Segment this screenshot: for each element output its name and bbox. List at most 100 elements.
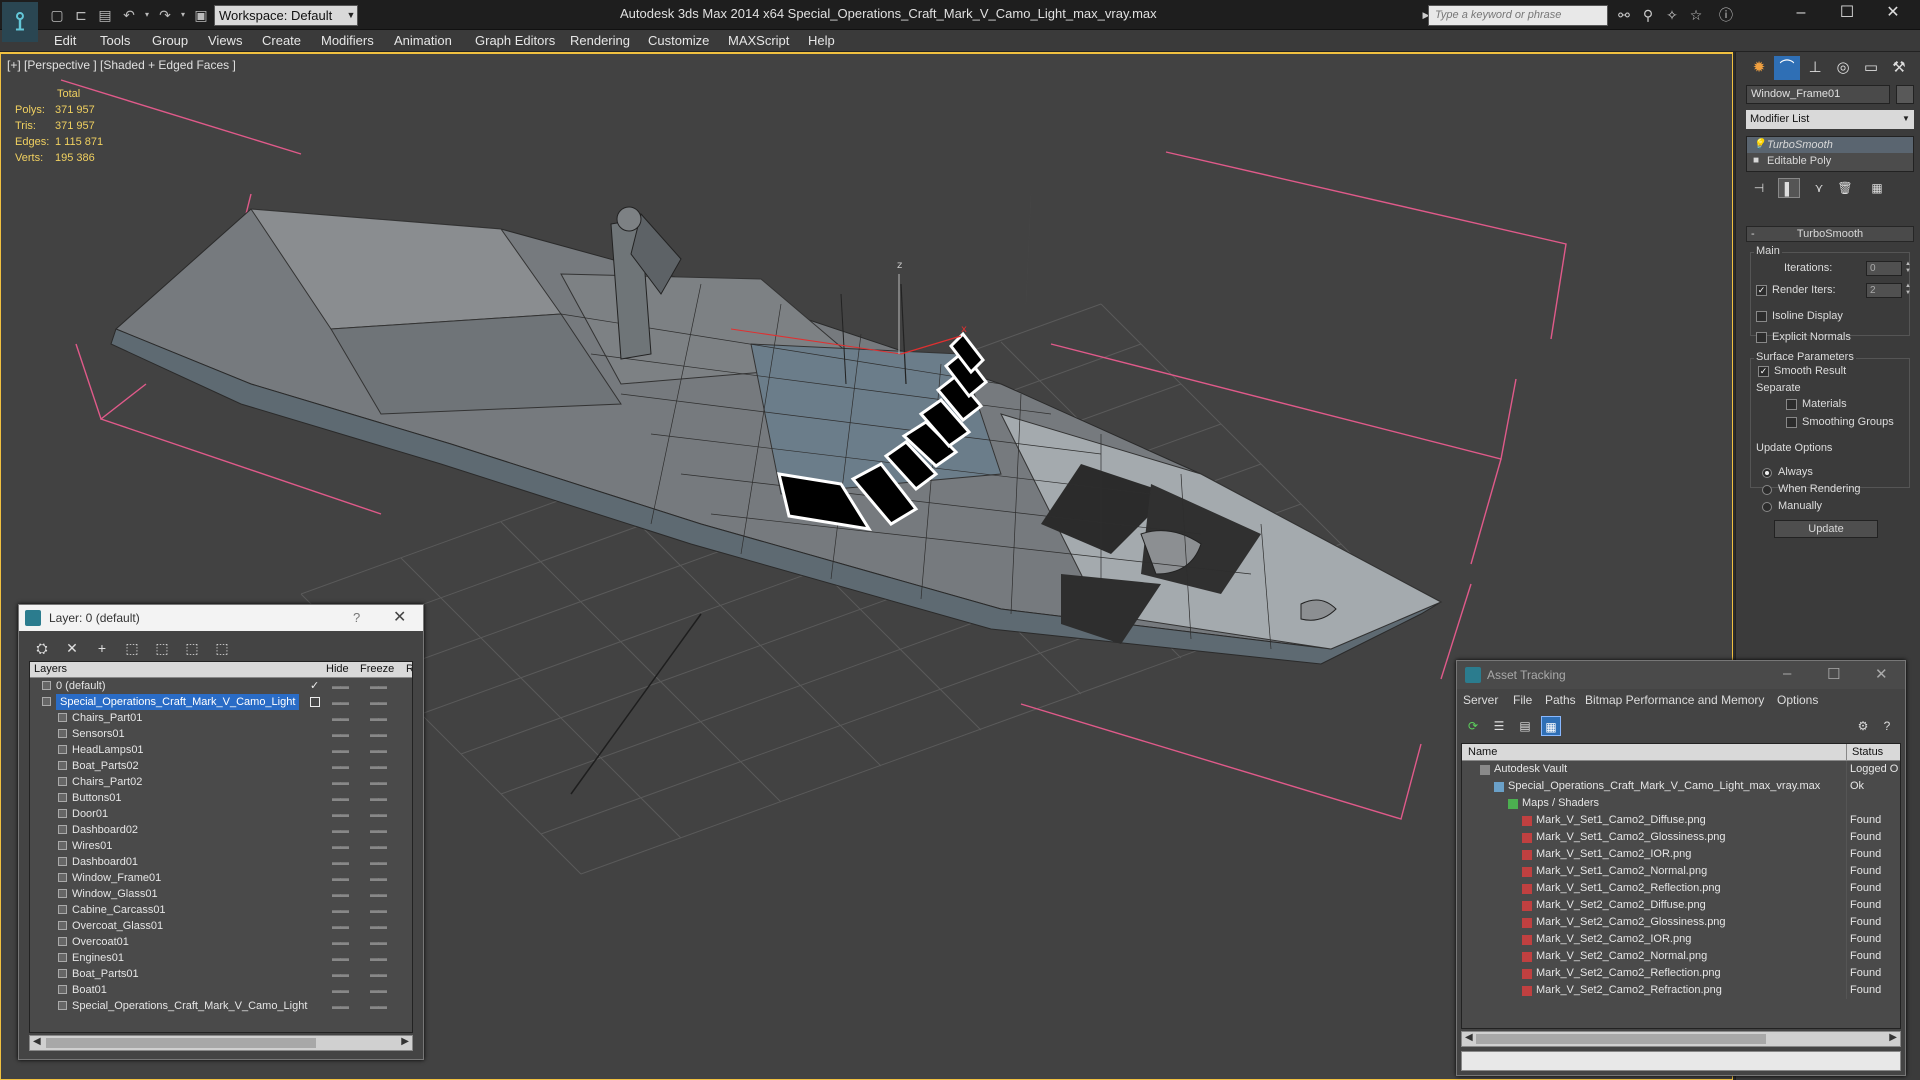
layer-name[interactable]: Wires01 (72, 838, 112, 854)
hide-toggle-icon[interactable]: ▬▬ (332, 806, 349, 822)
freeze-toggle-icon[interactable]: ▬▬ (370, 998, 387, 1014)
create-tab-icon[interactable]: ✹ (1746, 56, 1772, 80)
layer-name[interactable]: HeadLamps01 (72, 742, 144, 758)
asset-dialog-titlebar[interactable]: Asset Tracking – ☐ ✕ (1457, 661, 1905, 689)
list-view-icon[interactable]: ☰ (1489, 716, 1509, 736)
freeze-toggle-icon[interactable]: ▬▬ (370, 886, 387, 902)
materials-checkbox[interactable] (1786, 399, 1797, 410)
freeze-toggle-icon[interactable]: ▬▬ (370, 806, 387, 822)
hide-toggle-icon[interactable]: ▬▬ (332, 822, 349, 838)
lightbulb-icon[interactable]: 💡 (1753, 137, 1765, 153)
hide-toggle-icon[interactable]: ▬▬ (332, 886, 349, 902)
smoothing-groups-checkbox[interactable] (1786, 417, 1797, 428)
layer-name[interactable]: Overcoat_Glass01 (72, 918, 163, 934)
freeze-toggle-icon[interactable]: ▬▬ (370, 934, 387, 950)
hide-toggle-icon[interactable]: ▬▬ (332, 950, 349, 966)
freeze-toggle-icon[interactable]: ▬▬ (370, 790, 387, 806)
update-manually-radio[interactable] (1762, 502, 1772, 512)
open-file-icon[interactable]: ⊏ (72, 6, 90, 24)
layer-name[interactable]: Chairs_Part02 (72, 774, 142, 790)
freeze-toggle-icon[interactable]: ▬▬ (370, 694, 387, 710)
freeze-toggle-icon[interactable]: ▬▬ (370, 966, 387, 982)
column-separator[interactable] (1846, 744, 1847, 761)
tree-view-icon[interactable]: ▤ (1515, 716, 1535, 736)
column-freeze[interactable]: Freeze (360, 663, 394, 675)
asset-row[interactable]: Mark_V_Set1_Camo2_Normal.png Found (1462, 863, 1900, 880)
help-icon[interactable]: ? (1877, 716, 1897, 736)
hide-toggle-icon[interactable]: ▬▬ (332, 710, 349, 726)
column-status[interactable]: Status (1852, 746, 1883, 758)
layer-name[interactable]: Dashboard02 (72, 822, 138, 838)
asset-row[interactable]: Mark_V_Set1_Camo2_Reflection.png Found (1462, 880, 1900, 897)
render-iters-spinner[interactable]: 2 (1866, 283, 1902, 298)
update-always-radio[interactable] (1762, 468, 1772, 478)
select-objects-icon[interactable]: ⬚ (121, 637, 143, 659)
layer-name[interactable]: Cabine_Carcass01 (72, 902, 166, 918)
freeze-toggle-icon[interactable]: ▬▬ (370, 678, 387, 694)
layer-row[interactable]: 0 (default) ✓ ▬▬ ▬▬ (30, 678, 412, 694)
menu-customize[interactable]: Customize (648, 33, 709, 48)
close-icon[interactable]: ✕ (1870, 0, 1916, 28)
delete-layer-icon[interactable]: ✕ (61, 637, 83, 659)
server-settings-icon[interactable]: ⚙ (1853, 716, 1873, 736)
layer-name[interactable]: Window_Glass01 (72, 886, 158, 902)
hide-all-layers-icon[interactable]: ⬚ (181, 637, 203, 659)
freeze-toggle-icon[interactable]: ▬▬ (370, 854, 387, 870)
motion-tab-icon[interactable]: ◎ (1830, 56, 1856, 80)
asset-row[interactable]: Mark_V_Set1_Camo2_Diffuse.png Found (1462, 812, 1900, 829)
workspace-select[interactable]: Workspace: Default (214, 5, 358, 26)
add-to-layer-icon[interactable]: + (91, 637, 113, 659)
menu-graph-editors[interactable]: Graph Editors (475, 33, 555, 48)
modify-tab-icon[interactable]: ⌒ (1774, 56, 1800, 80)
scrollbar-thumb[interactable] (1476, 1034, 1766, 1044)
layer-name[interactable]: Window_Frame01 (72, 870, 161, 886)
layer-row[interactable]: Dashboard02 ▬▬ ▬▬ (30, 822, 412, 838)
layer-row[interactable]: Cabine_Carcass01 ▬▬ ▬▬ (30, 902, 412, 918)
search-input[interactable]: Type a keyword or phrase (1428, 5, 1608, 26)
asset-row[interactable]: Mark_V_Set1_Camo2_IOR.png Found (1462, 846, 1900, 863)
highlight-layer-icon[interactable]: ⬚ (151, 637, 173, 659)
menu-create[interactable]: Create (262, 33, 301, 48)
freeze-toggle-icon[interactable]: ▬▬ (370, 838, 387, 854)
stack-item-turbosmooth[interactable]: 💡 TurboSmooth (1747, 137, 1913, 153)
freeze-toggle-icon[interactable]: ▬▬ (370, 710, 387, 726)
scroll-left-icon[interactable]: ◀ (1465, 1032, 1473, 1043)
menu-rendering[interactable]: Rendering (570, 33, 630, 48)
new-file-icon[interactable]: ▢ (48, 6, 66, 24)
layer-row[interactable]: Chairs_Part02 ▬▬ ▬▬ (30, 774, 412, 790)
asset-menu-server[interactable]: Server (1463, 693, 1498, 707)
hide-toggle-icon[interactable]: ▬▬ (332, 934, 349, 950)
hide-toggle-icon[interactable]: ▬▬ (332, 790, 349, 806)
asset-horizontal-scrollbar[interactable]: ◀ ▶ (1461, 1031, 1901, 1047)
undo-dropdown-icon[interactable]: ▾ (138, 6, 156, 24)
scrollbar-thumb[interactable] (46, 1038, 316, 1048)
maximize-icon[interactable]: ☐ (1827, 665, 1840, 683)
hide-toggle-icon[interactable]: ▬▬ (332, 726, 349, 742)
modifier-list-dropdown[interactable]: Modifier List ▼ (1746, 110, 1914, 129)
save-file-icon[interactable]: ▤ (96, 6, 114, 24)
smooth-result-checkbox[interactable]: ✓ (1758, 366, 1769, 377)
hierarchy-tab-icon[interactable]: ⊥ (1802, 56, 1828, 80)
create-layer-icon[interactable]: ⛭ (31, 637, 53, 659)
layer-row[interactable]: Window_Frame01 ▬▬ ▬▬ (30, 870, 412, 886)
scroll-right-icon[interactable]: ▶ (1889, 1032, 1897, 1043)
layer-name[interactable]: Door01 (72, 806, 108, 822)
display-tab-icon[interactable]: ▭ (1858, 56, 1884, 80)
asset-row[interactable]: Mark_V_Set2_Camo2_Glossiness.png Found (1462, 914, 1900, 931)
communication-icon[interactable]: ✧ (1662, 6, 1682, 24)
layer-name[interactable]: Special_Operations_Craft_Mark_V_Camo_Lig… (56, 694, 300, 710)
layer-row[interactable]: Chairs_Part01 ▬▬ ▬▬ (30, 710, 412, 726)
make-unique-icon[interactable]: ⋎ (1808, 178, 1830, 198)
render-iters-checkbox[interactable]: ✓ (1756, 285, 1767, 296)
hide-toggle-icon[interactable]: ▬▬ (332, 678, 349, 694)
menu-views[interactable]: Views (208, 33, 242, 48)
asset-row[interactable]: Special_Operations_Craft_Mark_V_Camo_Lig… (1462, 778, 1900, 795)
minimize-icon[interactable]: – (1783, 665, 1791, 682)
favorites-star-icon[interactable]: ☆ (1686, 6, 1706, 24)
scroll-right-icon[interactable]: ▶ (401, 1036, 409, 1047)
asset-row[interactable]: Mark_V_Set2_Camo2_Normal.png Found (1462, 948, 1900, 965)
freeze-toggle-icon[interactable]: ▬▬ (370, 758, 387, 774)
layer-horizontal-scrollbar[interactable]: ◀ ▶ (29, 1035, 413, 1051)
asset-menu-bitmap-performance[interactable]: Bitmap Performance and Memory (1585, 693, 1764, 707)
layer-name[interactable]: Boat_Parts01 (72, 966, 139, 982)
